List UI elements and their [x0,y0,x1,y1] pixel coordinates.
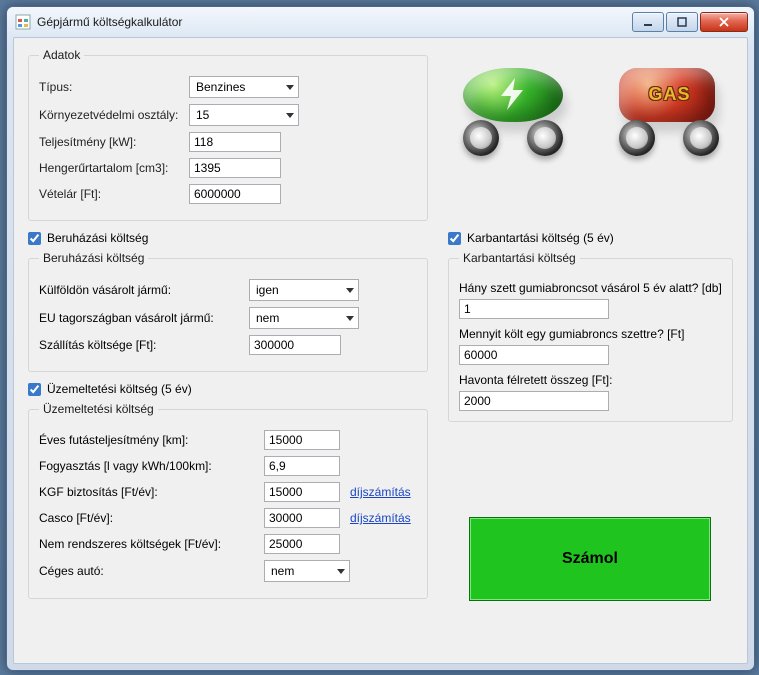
henger-input[interactable] [189,158,281,178]
adatok-legend: Adatok [39,48,84,62]
fogy-label: Fogyasztás [l vagy kWh/100km]: [39,459,264,473]
chevron-down-icon [346,288,354,293]
gumi-ft-label: Mennyit költ egy gumiabroncs szettre? [F… [459,327,722,341]
nemrend-input[interactable] [264,534,340,554]
client-area: Adatok Típus: Benzines Környezetvédelmi … [13,37,748,664]
havonta-label: Havonta félretett összeg [Ft]: [459,373,722,387]
korny-label: Környezetvédelmi osztály: [39,108,189,122]
kgf-label: KGF biztosítás [Ft/év]: [39,485,264,499]
tipus-value: Benzines [196,80,245,94]
eu-value: nem [256,311,279,325]
maximize-button[interactable] [666,12,698,32]
karbantartas-legend: Karbantartási költség [459,251,580,265]
close-button[interactable] [700,12,748,32]
szamol-label: Számol [562,550,618,568]
korny-value: 15 [196,108,209,122]
app-icon [15,14,31,30]
adatok-group: Adatok Típus: Benzines Környezetvédelmi … [28,48,428,221]
uzemeltetes-group: Üzemeltetési költség Éves futásteljesítm… [28,402,428,599]
gas-car-image: GAS [609,58,729,158]
chevron-down-icon [337,569,345,574]
tipus-select[interactable]: Benzines [189,76,299,98]
casco-dijszamitas-link[interactable]: díjszámítás [350,511,411,525]
app-window: Gépjármű költségkalkulátor Adatok Típus: [6,6,755,671]
kulfold-select[interactable]: igen [249,279,359,301]
window-title: Gépjármű költségkalkulátor [37,15,632,29]
eves-input[interactable] [264,430,340,450]
kgf-input[interactable] [264,482,340,502]
telj-label: Teljesítmény [kW]: [39,135,189,149]
minimize-button[interactable] [632,12,664,32]
gas-text: GAS [649,84,691,105]
kulfold-value: igen [256,283,279,297]
korny-select[interactable]: 15 [189,104,299,126]
karbantartas-group: Karbantartási költség Hány szett gumiabr… [448,251,733,422]
vehicle-images: GAS [448,48,733,166]
ceges-select[interactable]: nem [264,560,350,582]
chevron-down-icon [346,316,354,321]
szallitas-label: Szállítás költsége [Ft]: [39,338,249,352]
chevron-down-icon [286,113,294,118]
titlebar: Gépjármű költségkalkulátor [7,7,754,37]
casco-label: Casco [Ft/év]: [39,511,264,525]
gumi-db-label: Hány szett gumiabroncsot vásárol 5 év al… [459,281,722,295]
uzemeltetes-legend: Üzemeltetési költség [39,402,158,416]
bolt-icon [495,76,531,112]
beruhazas-group: Beruházási költség Külföldön vásárolt já… [28,251,428,372]
kulfold-label: Külföldön vásárolt jármű: [39,283,249,297]
fogy-input[interactable] [264,456,340,476]
window-buttons [632,12,748,32]
gumi-db-input[interactable] [459,299,609,319]
uzemeltetes-chk-label: Üzemeltetési költség (5 év) [47,382,192,396]
beruhazas-checkbox[interactable] [28,232,41,245]
szamol-button[interactable]: Számol [469,517,711,601]
electric-car-image [453,58,573,158]
szallitas-input[interactable] [249,335,341,355]
karbantartas-checkbox[interactable] [448,232,461,245]
havonta-input[interactable] [459,391,609,411]
henger-label: Hengerűrtartalom [cm3]: [39,161,189,175]
casco-input[interactable] [264,508,340,528]
gumi-ft-input[interactable] [459,345,609,365]
uzemeltetes-checkbox[interactable] [28,383,41,396]
kgf-dijszamitas-link[interactable]: díjszámítás [350,485,411,499]
beruhazas-legend: Beruházási költség [39,251,148,265]
ceges-value: nem [271,564,294,578]
eu-select[interactable]: nem [249,307,359,329]
ceges-label: Céges autó: [39,564,264,578]
beruhazas-chk-label: Beruházási költség [47,231,148,245]
chevron-down-icon [286,85,294,90]
eves-label: Éves futásteljesítmény [km]: [39,433,264,447]
karbantartas-chk-label: Karbantartási költség (5 év) [467,231,614,245]
eu-label: EU tagországban vásárolt jármű: [39,311,249,325]
nemrend-label: Nem rendszeres költségek [Ft/év]: [39,537,264,551]
vetelar-input[interactable] [189,184,281,204]
tipus-label: Típus: [39,80,189,94]
vetelar-label: Vételár [Ft]: [39,187,189,201]
telj-input[interactable] [189,132,281,152]
